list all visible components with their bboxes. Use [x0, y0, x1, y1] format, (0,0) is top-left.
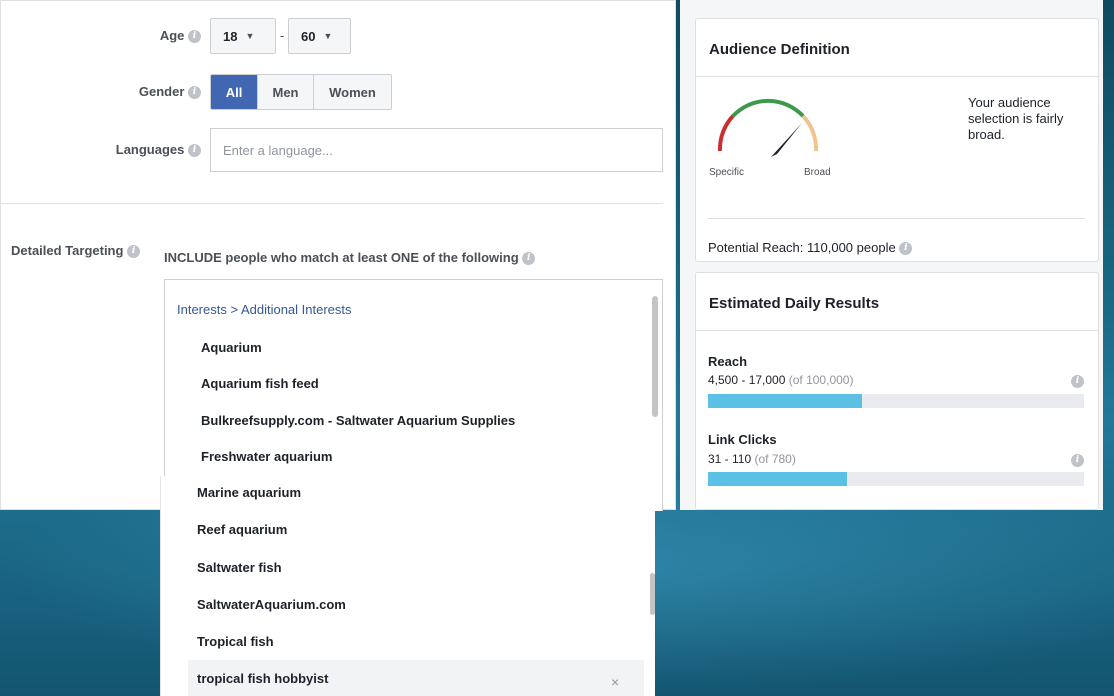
age-max-value: 60 — [301, 28, 316, 44]
scrollbar[interactable] — [652, 296, 658, 417]
age-label: Age i — [121, 28, 201, 44]
gauge-needle — [771, 123, 802, 157]
reach-bar-fill — [708, 394, 863, 408]
link-clicks-value: 31 - 110 (of 780) — [708, 452, 796, 466]
list-item[interactable]: Saltwater fish — [197, 560, 282, 575]
card-title: Audience Definition — [696, 19, 1098, 77]
gauge-high-label: Broad — [804, 167, 831, 178]
link-clicks-bar — [708, 472, 1084, 486]
list-item-selected[interactable]: tropical fish hobbyist — [197, 671, 328, 686]
gender-all-button[interactable]: All — [211, 75, 258, 109]
info-icon[interactable]: i — [188, 86, 201, 100]
gender-men-button[interactable]: Men — [258, 75, 314, 109]
card-title: Estimated Daily Results — [696, 273, 1098, 331]
audience-description: Your audience selection is fairly broad. — [968, 95, 1064, 142]
caret-down-icon: ▼ — [323, 31, 333, 41]
audience-gauge — [717, 98, 819, 157]
info-icon[interactable]: i — [899, 242, 913, 256]
age-min-dropdown[interactable]: 18 ▼ — [210, 18, 276, 54]
info-icon[interactable]: i — [188, 144, 201, 158]
list-item[interactable]: Aquarium fish feed — [201, 376, 319, 391]
gender-women-button[interactable]: Women — [314, 75, 391, 109]
gauge-red-arc — [717, 114, 735, 152]
list-item[interactable]: Marine aquarium — [197, 485, 301, 500]
scrollbar[interactable] — [650, 573, 655, 615]
reach-bar — [708, 394, 1084, 408]
info-icon[interactable]: i — [1071, 454, 1084, 467]
gauge-orange-arc — [801, 114, 819, 152]
list-item[interactable]: Aquarium — [201, 340, 262, 355]
gender-label: Gender i — [91, 84, 201, 100]
info-icon[interactable]: i — [127, 245, 141, 259]
targeting-panel: Age i 18 ▼ - 60 ▼ Gender i All Men Women… — [0, 0, 676, 511]
link-clicks-label: Link Clicks — [708, 432, 777, 447]
reach-value: 4,500 - 17,000 (of 100,000) — [708, 373, 854, 387]
interest-list-overflow: Marine aquarium Reef aquarium Saltwater … — [160, 476, 655, 696]
list-item[interactable]: Freshwater aquarium — [201, 449, 333, 464]
card-divider — [708, 218, 1085, 219]
close-icon[interactable]: × — [611, 674, 619, 690]
list-item[interactable]: Bulkreefsupply.com - Saltwater Aquarium … — [201, 413, 515, 428]
detailed-targeting-label: Detailed Targeting i — [11, 243, 141, 259]
gauge-low-label: Specific — [709, 167, 745, 178]
info-icon[interactable]: i — [188, 30, 201, 44]
gender-selector: All Men Women — [210, 74, 392, 110]
section-divider — [1, 203, 663, 204]
info-icon[interactable]: i — [1071, 375, 1084, 388]
language-input[interactable] — [210, 128, 663, 172]
reach-label: Reach — [708, 354, 748, 369]
caret-down-icon: ▼ — [245, 31, 255, 41]
interest-breadcrumb[interactable]: Interests > Additional Interests — [177, 302, 352, 317]
age-min-value: 18 — [223, 28, 238, 44]
gauge-green-arc — [731, 98, 805, 118]
age-max-dropdown[interactable]: 60 ▼ — [288, 18, 351, 54]
list-item[interactable]: SaltwaterAquarium.com — [197, 597, 346, 612]
list-item[interactable]: Reef aquarium — [197, 522, 287, 537]
info-icon[interactable]: i — [522, 252, 536, 266]
potential-reach: Potential Reach: 110,000 people i — [708, 240, 913, 256]
include-instruction: INCLUDE people who match at least ONE of… — [164, 250, 536, 266]
estimated-results-card: Estimated Daily Results Reach 4,500 - 17… — [695, 272, 1099, 510]
age-separator: - — [280, 28, 285, 43]
link-clicks-bar-fill — [708, 472, 848, 486]
languages-label: Languages i — [61, 142, 201, 158]
audience-definition-card: Audience Definition Specific Broad Your … — [695, 18, 1099, 262]
list-item[interactable]: Tropical fish — [197, 634, 274, 649]
